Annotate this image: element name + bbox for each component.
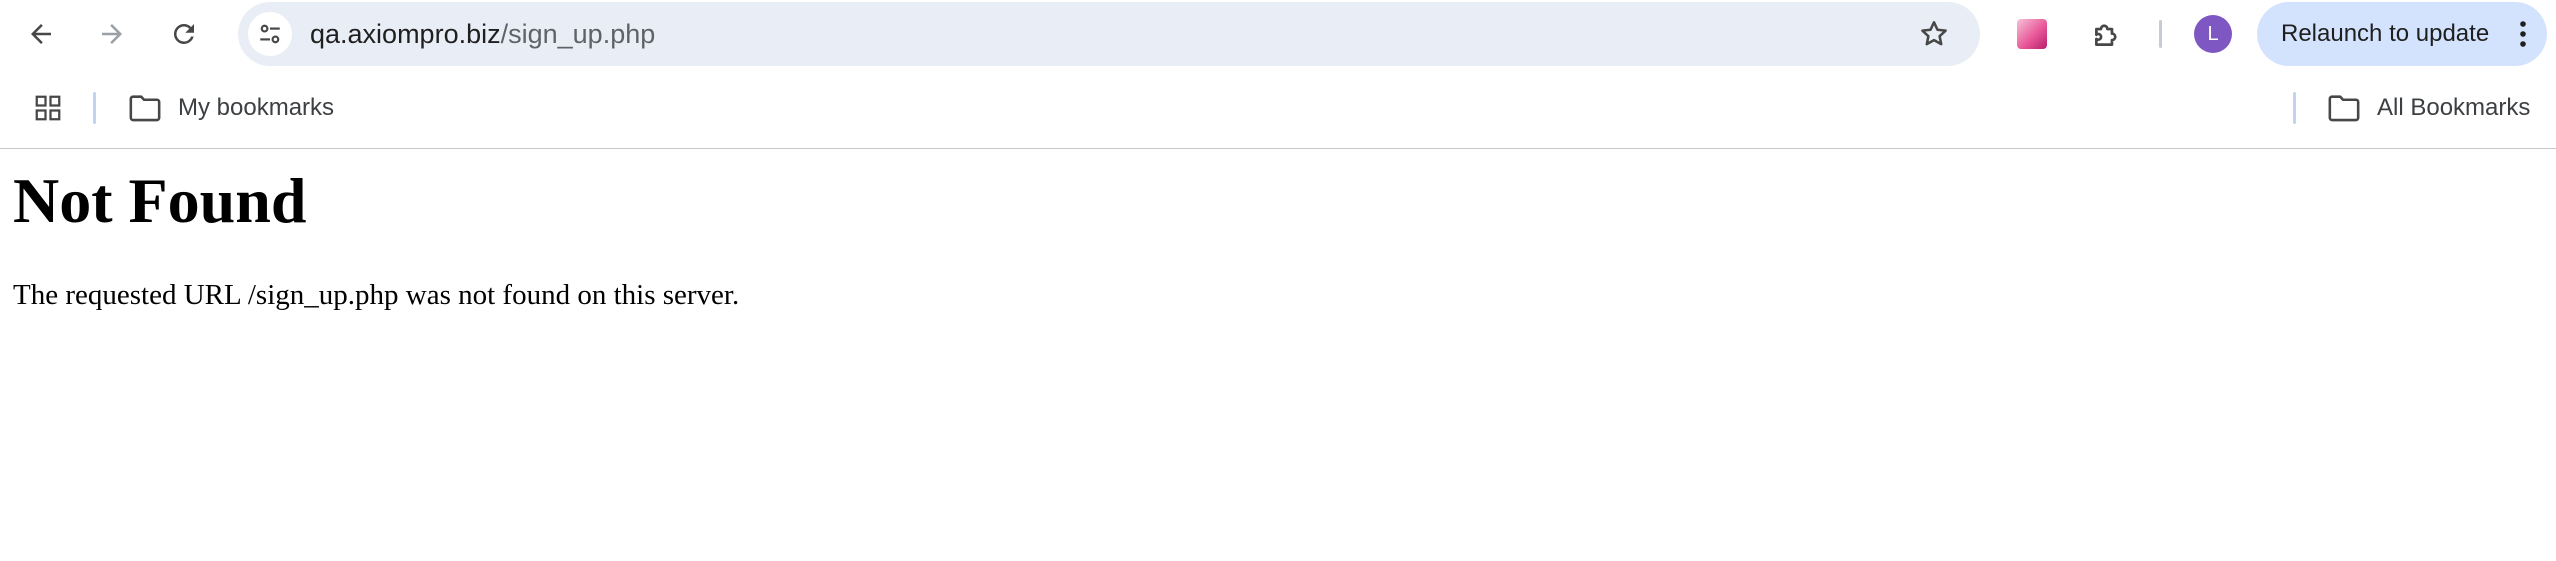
address-bar[interactable]: qa.axiompro.biz/sign_up.php (238, 2, 1980, 66)
bookmark-folder-label: My bookmarks (178, 94, 335, 121)
apps-button[interactable] (28, 88, 68, 128)
reload-icon (173, 23, 194, 44)
relaunch-label: Relaunch to update (2281, 20, 2490, 47)
bookmark-folder-my-bookmarks[interactable]: My bookmarks (128, 82, 334, 134)
tune-icon (260, 24, 280, 44)
page-heading: Not Found (13, 165, 307, 236)
gradient-square-icon[interactable] (2017, 19, 2047, 49)
arrow-left-icon (31, 24, 51, 44)
star-outline-icon (1921, 21, 1947, 46)
extensions-button[interactable] (2086, 13, 2128, 55)
bookmark-folder-all-bookmarks[interactable]: All Bookmarks (2327, 82, 2530, 134)
folder-icon (129, 95, 161, 122)
puzzle-piece-icon (2095, 24, 2117, 46)
url-path: /sign_up.php (500, 19, 656, 49)
back-button[interactable] (19, 12, 63, 56)
toolbar-divider (2159, 20, 2162, 48)
profile-avatar[interactable]: L (2194, 15, 2232, 53)
reload-button[interactable] (162, 12, 206, 56)
bookmark-folder-label: All Bookmarks (2377, 94, 2531, 121)
folder-icon (2328, 95, 2360, 122)
bookmark-star-button[interactable] (1914, 14, 1954, 54)
arrow-right-icon (102, 24, 122, 44)
bookmarks-divider (93, 92, 96, 124)
apps-grid-icon (35, 95, 61, 121)
page-content: Not Found The requested URL /sign_up.php… (13, 148, 2543, 312)
site-info-button[interactable] (248, 12, 292, 56)
bookmarks-bar: My bookmarks All Bookmarks (0, 70, 2556, 149)
forward-button[interactable] (90, 12, 134, 56)
browser-menu-button[interactable] (2513, 14, 2533, 54)
relaunch-button[interactable]: Relaunch to update (2257, 2, 2547, 66)
bookmarks-divider-right (2293, 92, 2296, 124)
error-message: The requested URL /sign_up.php was not f… (13, 279, 740, 311)
url-host: qa.axiompro.biz (310, 19, 501, 49)
url-text[interactable]: qa.axiompro.biz/sign_up.php (310, 2, 655, 66)
three-dots-vertical-icon (2520, 21, 2526, 47)
browser-toolbar: qa.axiompro.biz/sign_up.php L Relaunch t… (0, 0, 2556, 70)
